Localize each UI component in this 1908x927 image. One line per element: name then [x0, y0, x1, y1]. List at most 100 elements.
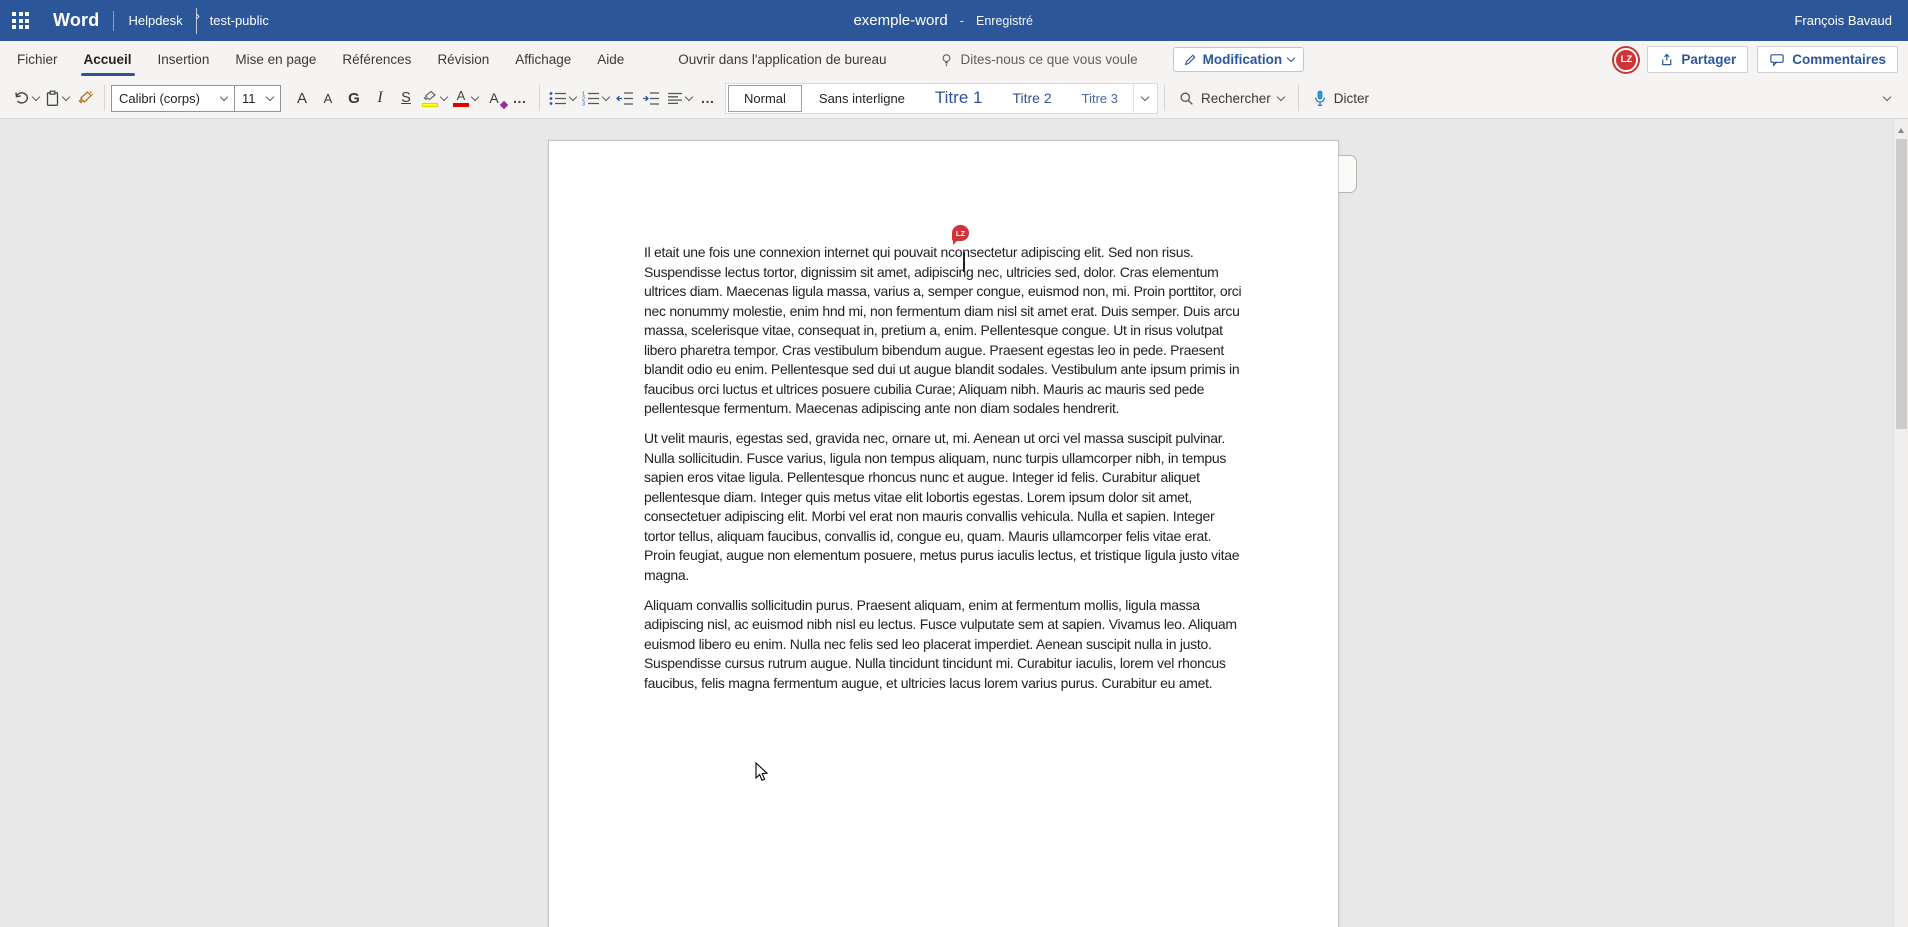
- collaborator-cursor-flag[interactable]: LZ: [952, 225, 969, 241]
- pencil-icon: [1183, 53, 1197, 67]
- paragraph[interactable]: Il etait une fois une connexion internet…: [644, 243, 1244, 419]
- paste-button[interactable]: [42, 83, 72, 113]
- style-titre-3[interactable]: Titre 3: [1067, 84, 1133, 113]
- breadcrumb: Helpdesk › test-public: [128, 8, 268, 34]
- style-sans-interligne[interactable]: Sans interligne: [804, 84, 920, 113]
- alignment-button[interactable]: [664, 83, 695, 113]
- search-icon: [1179, 91, 1194, 106]
- comments-button[interactable]: Commentaires: [1757, 46, 1898, 73]
- tab-accueil[interactable]: Accueil: [71, 41, 145, 78]
- breadcrumb-site[interactable]: Helpdesk: [128, 13, 182, 28]
- bullet-list-icon: [549, 91, 567, 106]
- tab-references[interactable]: Références: [329, 41, 424, 78]
- paragraph[interactable]: Ut velit mauris, egestas sed, gravida ne…: [644, 429, 1244, 585]
- app-header: Word Helpdesk › test-public exemple-word…: [0, 0, 1908, 41]
- open-in-desktop-button[interactable]: Ouvrir dans l'application de bureau: [665, 41, 899, 78]
- increase-indent-button[interactable]: [638, 83, 664, 113]
- decrease-indent-button[interactable]: [612, 83, 638, 113]
- grow-font-icon: A: [297, 91, 307, 106]
- outdent-icon: [616, 91, 634, 106]
- comment-indicator-tab[interactable]: [1338, 155, 1357, 193]
- tell-me-box[interactable]: Dites-nous ce que vous voule: [926, 41, 1151, 78]
- breadcrumb-item[interactable]: test-public: [210, 13, 269, 28]
- format-painter-button[interactable]: [72, 83, 98, 113]
- ribbon-tabs: Fichier Accueil Insertion Mise en page R…: [0, 41, 1304, 78]
- tab-fichier[interactable]: Fichier: [4, 41, 71, 78]
- collaborator-avatar[interactable]: LZ: [1614, 48, 1638, 72]
- font-color-icon: A: [453, 89, 469, 107]
- chevron-down-icon: [220, 92, 228, 100]
- tab-mise-en-page[interactable]: Mise en page: [222, 41, 329, 78]
- bold-icon: G: [348, 91, 360, 106]
- ellipsis-icon: …: [513, 90, 528, 106]
- microphone-icon: [1313, 90, 1327, 107]
- chevron-down-icon: [602, 92, 610, 100]
- chevron-down-icon: [1883, 92, 1891, 100]
- share-button[interactable]: Partager: [1647, 46, 1748, 73]
- underline-icon: S: [401, 91, 411, 106]
- style-gallery-expand-button[interactable]: [1133, 84, 1157, 113]
- dictate-button[interactable]: Dicter: [1305, 83, 1377, 113]
- bullets-button[interactable]: [546, 83, 579, 113]
- document-page[interactable]: Il etait une fois une connexion internet…: [548, 140, 1339, 927]
- share-icon: [1659, 52, 1674, 67]
- more-font-options-button[interactable]: …: [507, 83, 533, 113]
- divider: [1164, 85, 1165, 111]
- highlight-button[interactable]: [419, 83, 450, 113]
- document-title[interactable]: exemple-word: [853, 12, 947, 29]
- shrink-font-button[interactable]: A: [315, 83, 341, 113]
- clear-formatting-button[interactable]: A: [481, 83, 507, 113]
- tab-revision[interactable]: Révision: [424, 41, 502, 78]
- tab-insertion[interactable]: Insertion: [145, 41, 223, 78]
- document-text: Il etait une fois une connexion internet…: [549, 141, 1338, 693]
- waffle-icon: [12, 12, 29, 29]
- underline-button[interactable]: S: [393, 83, 419, 113]
- bold-button[interactable]: G: [341, 83, 367, 113]
- comment-icon: [1769, 52, 1785, 67]
- document-title-group: exemple-word - Enregistré: [853, 0, 1033, 41]
- style-titre-2[interactable]: Titre 2: [997, 84, 1066, 113]
- shrink-font-icon: A: [324, 92, 333, 105]
- scroll-up-arrow-icon[interactable]: [1898, 125, 1904, 133]
- font-name-value: Calibri (corps): [119, 91, 200, 106]
- undo-button[interactable]: [10, 83, 42, 113]
- search-button[interactable]: Rechercher: [1171, 83, 1292, 113]
- indent-icon: [642, 91, 660, 106]
- ribbon-tab-row: Fichier Accueil Insertion Mise en page R…: [0, 41, 1908, 78]
- mode-button[interactable]: Modification: [1173, 47, 1305, 72]
- divider: [104, 85, 105, 111]
- command-toolbar: Calibri (corps) 11 A A G I S A A … 123: [0, 78, 1908, 119]
- font-name-select[interactable]: Calibri (corps): [111, 85, 235, 112]
- tab-affichage[interactable]: Affichage: [502, 41, 584, 78]
- tab-aide[interactable]: Aide: [584, 41, 637, 78]
- collapse-ribbon-button[interactable]: [1874, 83, 1900, 113]
- numbered-list-icon: 123: [582, 91, 600, 106]
- save-status[interactable]: Enregistré: [976, 14, 1033, 28]
- chevron-down-icon: [62, 92, 70, 100]
- scrollbar-thumb[interactable]: [1896, 139, 1907, 429]
- user-name[interactable]: François Bavaud: [1794, 13, 1908, 28]
- ellipsis-icon: …: [701, 90, 716, 106]
- font-color-button[interactable]: A: [450, 83, 481, 113]
- style-normal[interactable]: Normal: [728, 85, 802, 112]
- align-icon: [667, 92, 683, 105]
- svg-text:3: 3: [582, 101, 585, 105]
- mode-label: Modification: [1203, 52, 1283, 67]
- grow-font-button[interactable]: A: [289, 83, 315, 113]
- paragraph[interactable]: Aliquam convallis sollicitudin purus. Pr…: [644, 596, 1244, 694]
- numbering-button[interactable]: 123: [579, 83, 612, 113]
- style-gallery: Normal Sans interligne Titre 1 Titre 2 T…: [725, 83, 1158, 114]
- app-name[interactable]: Word: [53, 10, 99, 31]
- highlight-icon: [422, 90, 438, 107]
- vertical-scrollbar[interactable]: [1893, 119, 1908, 927]
- dictate-label: Dicter: [1334, 91, 1369, 106]
- app-launcher-icon[interactable]: [0, 0, 41, 41]
- more-paragraph-options-button[interactable]: …: [695, 83, 721, 113]
- chevron-down-icon: [685, 92, 693, 100]
- chevron-down-icon: [471, 92, 479, 100]
- italic-button[interactable]: I: [367, 83, 393, 113]
- chevron-down-icon: [440, 92, 448, 100]
- font-size-select[interactable]: 11: [235, 85, 281, 112]
- italic-icon: I: [377, 90, 382, 106]
- style-titre-1[interactable]: Titre 1: [920, 84, 998, 113]
